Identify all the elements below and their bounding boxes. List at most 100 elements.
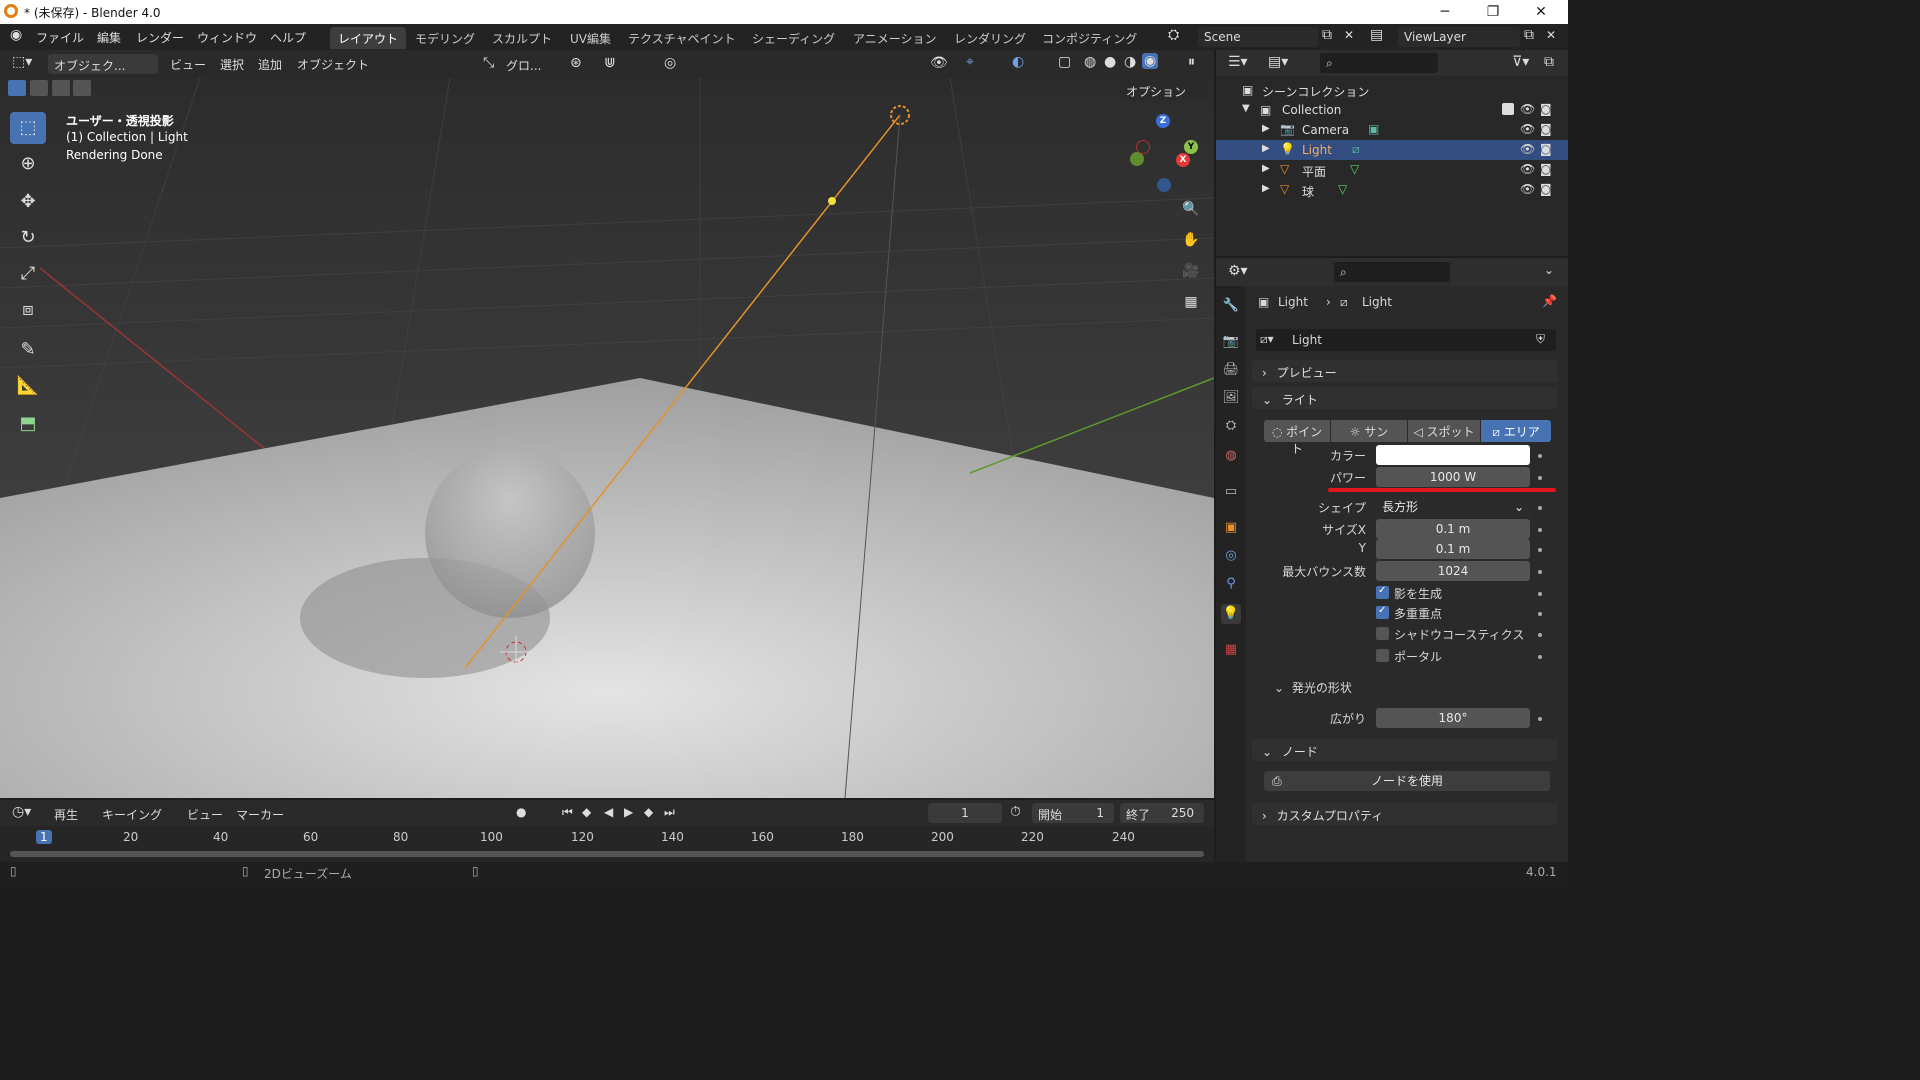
current-frame-field[interactable]: 1 — [928, 803, 1002, 823]
shape-dropdown[interactable]: 長方形 ⌄ — [1376, 497, 1530, 517]
camera-view-icon[interactable]: 🎥 — [1178, 258, 1204, 284]
light-type-point[interactable]: ◌ ポイント — [1264, 420, 1330, 456]
pan-hand-icon[interactable]: ✋ — [1178, 227, 1204, 253]
new-view-layer-icon[interactable]: ⧉ — [1524, 27, 1534, 43]
expand-right-icon[interactable]: ▶ — [1262, 143, 1270, 154]
object-tab-icon[interactable]: ▣ — [1221, 518, 1241, 538]
render-camera-icon[interactable]: ◙ — [1540, 102, 1552, 116]
next-keyframe-icon[interactable]: ◆ — [644, 805, 653, 819]
chevron-down-icon[interactable]: ⌄ — [1544, 263, 1554, 277]
render-camera-icon[interactable]: ◙ — [1540, 182, 1552, 196]
tab-texture-paint[interactable]: テクスチャペイント — [620, 27, 744, 49]
menu-edit[interactable]: 編集 — [97, 29, 121, 46]
play-icon[interactable]: ▶ — [624, 805, 633, 819]
solid-shading-icon[interactable]: ● — [1104, 54, 1116, 70]
close-button[interactable]: ✕ — [1518, 0, 1564, 24]
keyframe-dot[interactable] — [1538, 506, 1542, 510]
jump-start-icon[interactable]: ⏮ — [562, 805, 573, 820]
minimize-button[interactable]: ─ — [1422, 0, 1468, 24]
editor-type-icon[interactable]: ⬚▾ — [12, 54, 32, 70]
timeline-menu-playback[interactable]: 再生 — [54, 806, 78, 823]
keyframe-dot[interactable] — [1538, 548, 1542, 552]
eye-icon[interactable]: 👁 — [1520, 162, 1535, 176]
transform-orientation-selector[interactable]: グロ... — [500, 54, 560, 74]
texture-tab-icon[interactable]: ▦ — [1221, 640, 1241, 660]
remove-view-layer-icon[interactable]: ✕ — [1546, 28, 1556, 42]
material-shading-icon[interactable]: ◑ — [1124, 54, 1136, 70]
timeline-menu-marker[interactable]: マーカー — [236, 806, 284, 823]
render-camera-icon[interactable]: ◙ — [1540, 162, 1552, 176]
fake-user-shield-icon[interactable]: ⛨ — [1536, 332, 1545, 347]
light-type-spot[interactable]: ◁ スポット — [1408, 420, 1480, 442]
use-nodes-button[interactable]: ⎙ ノードを使用 — [1264, 771, 1550, 791]
world-tab-icon[interactable]: ◍ — [1221, 446, 1241, 466]
portal-checkbox[interactable] — [1376, 649, 1389, 662]
expand-down-icon[interactable]: ▼ — [1242, 103, 1250, 114]
menu-help[interactable]: ヘルプ — [270, 29, 306, 46]
constraints-tab-icon[interactable]: ⚲ — [1221, 574, 1241, 594]
gizmo-y-axis[interactable]: Y — [1184, 140, 1198, 154]
transform-orientation-icon[interactable]: ⤡ — [483, 55, 494, 71]
frame-end-field[interactable]: 終了 250 — [1120, 803, 1204, 823]
scene-selector[interactable]: Scene — [1198, 27, 1318, 47]
keyframe-dot[interactable] — [1538, 454, 1542, 458]
properties-search[interactable]: ⌕ — [1334, 262, 1450, 282]
gizmo-z-axis[interactable]: Z — [1156, 114, 1170, 128]
datablock-name[interactable]: Light — [1292, 333, 1322, 347]
frame-start-field[interactable]: 開始 1 — [1032, 803, 1114, 823]
overlay-toggle-icon[interactable]: ◐ — [1012, 54, 1024, 70]
3d-viewport[interactable]: ⬚ ⊕ ✥ ↻ ⤢ ⧈ ✎ 📐 ⬒ ユーザー・透視投影 (1) Collecti… — [0, 78, 1214, 798]
pivot-icon[interactable]: ⊛ — [570, 55, 582, 71]
measure-tool[interactable]: 📐 — [10, 370, 46, 402]
transform-tool[interactable]: ⧈ — [10, 294, 46, 326]
playhead-frame[interactable]: 1 — [36, 830, 52, 844]
proportional-edit-icon[interactable]: ◎ — [664, 55, 676, 71]
scene-tab-icon[interactable]: ⛭ — [1221, 416, 1241, 436]
properties-editor-icon[interactable]: ⚙▾ — [1228, 263, 1248, 279]
tab-uv-editing[interactable]: UV編集 — [562, 27, 619, 49]
light-datablock-selector[interactable]: ⧄▾ Light ⛨ — [1256, 329, 1556, 351]
pause-render-icon[interactable]: ⏸ — [1188, 54, 1195, 70]
view-layer-tab-icon[interactable]: 🖼 — [1221, 388, 1241, 408]
record-icon[interactable]: ● — [516, 805, 526, 819]
mesh-data-icon[interactable]: ▽ — [1338, 182, 1347, 196]
menu-render[interactable]: レンダー — [136, 29, 184, 46]
xray-icon[interactable]: ▢ — [1058, 54, 1071, 70]
display-mode-icon[interactable]: ▤▾ — [1268, 54, 1288, 70]
menu-window[interactable]: ウィンドウ — [197, 29, 257, 46]
eye-icon[interactable]: 👁 — [1520, 102, 1535, 116]
outliner-row-scene-collection[interactable]: ▣ シーンコレクション — [1216, 80, 1568, 100]
mesh-data-icon[interactable]: ▽ — [1350, 162, 1359, 176]
tab-sculpt[interactable]: スカルプト — [484, 27, 560, 49]
select-box-tool[interactable]: ⬚ — [10, 112, 46, 144]
new-collection-icon[interactable]: ⧉ — [1544, 54, 1554, 70]
light-data-tab-icon[interactable]: 💡 — [1221, 604, 1241, 624]
size-x-field[interactable]: 0.1 m — [1376, 519, 1530, 539]
viewport-menu-object[interactable]: オブジェクト — [297, 56, 369, 73]
light-type-area[interactable]: ⧄ エリア — [1481, 420, 1551, 442]
outliner-row-sphere[interactable]: ▶ ▽ 球 ▽ 👁 ◙ — [1216, 180, 1568, 200]
pin-icon[interactable]: 📌 — [1542, 294, 1557, 308]
gizmo-toggle-icon[interactable]: ⌖ — [966, 54, 974, 70]
section-nodes[interactable]: ⌄ ノード — [1252, 739, 1558, 761]
blender-menu-icon[interactable]: ◉ — [10, 27, 22, 43]
wireframe-shading-icon[interactable]: ◍ — [1084, 54, 1096, 70]
timeline-menu-view[interactable]: ビュー — [187, 806, 223, 823]
subsection-emission-shape[interactable]: ⌄ 発光の形状 — [1274, 679, 1474, 699]
expand-right-icon[interactable]: ▶ — [1262, 183, 1270, 194]
keyframe-dot[interactable] — [1538, 528, 1542, 532]
eye-icon[interactable]: 👁 — [1520, 182, 1535, 196]
camera-data-icon[interactable]: ▣ — [1368, 122, 1379, 136]
keyframe-dot[interactable] — [1538, 612, 1542, 616]
tab-animation[interactable]: アニメーション — [845, 27, 945, 49]
section-custom-properties[interactable]: › カスタムプロパティ — [1252, 803, 1558, 825]
sphere-object[interactable] — [425, 448, 595, 618]
move-tool[interactable]: ✥ — [10, 186, 46, 218]
keyframe-dot[interactable] — [1538, 570, 1542, 574]
eye-icon[interactable]: 👁 — [1520, 142, 1535, 156]
outliner-editor-icon[interactable]: ☰▾ — [1228, 54, 1248, 70]
remove-scene-icon[interactable]: ✕ — [1344, 28, 1354, 42]
select-subtract-icon[interactable] — [51, 80, 70, 96]
tool-tab-icon[interactable]: 🔧 — [1221, 296, 1241, 316]
viewport-menu-view[interactable]: ビュー — [170, 56, 206, 73]
